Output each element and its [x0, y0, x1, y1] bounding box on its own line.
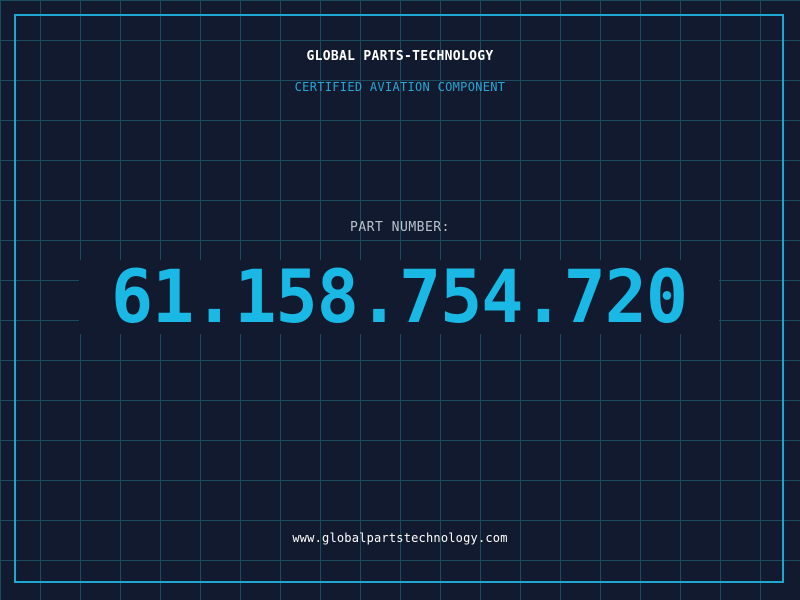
certification-tagline: CERTIFIED AVIATION COMPONENT — [294, 80, 506, 94]
part-number-panel: 61.158.754.720 — [79, 253, 719, 341]
company-name: GLOBAL PARTS-TECHNOLOGY — [306, 49, 494, 64]
label-card: GLOBAL PARTS-TECHNOLOGY CERTIFIED AVIATI… — [0, 0, 800, 600]
part-number-value: 61.158.754.720 — [110, 253, 688, 341]
website-link[interactable]: www.globalpartstechnology.com — [0, 531, 800, 545]
part-number-label: PART NUMBER: — [350, 220, 450, 235]
